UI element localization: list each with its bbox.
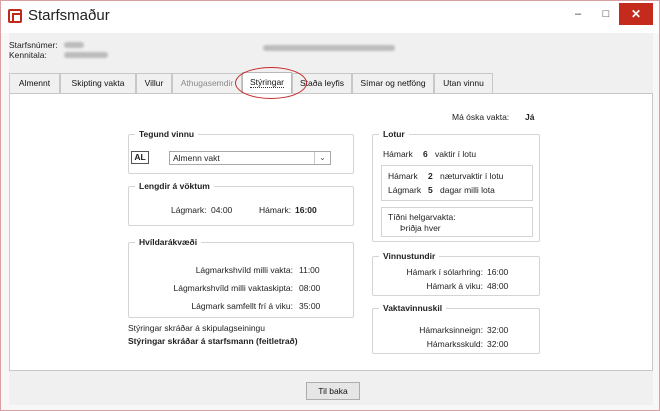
back-button[interactable]: Til baka [306,382,360,400]
rounds-group: Lotur Hámark 6 vaktir í lotu Hámark 2 næ… [372,129,540,242]
shift-wish-value: Já [525,112,535,122]
ssn-redacted [64,52,108,58]
rest-min-weekly-off-value: 35:00 [299,301,321,311]
rounds-title: Lotur [379,129,409,139]
weekend-label: Tíðni helgarvakta: [388,212,456,222]
night-rounds-box: Hámark 2 næturvaktir í lotu Lágmark 5 da… [381,165,533,201]
shift-duty-title: Vaktavinnuskil [379,303,447,313]
rest-min-weekly-off-label: Lágmark samfellt frí á viku: [191,301,293,311]
highlight-circle [235,67,307,99]
night-max-suffix: næturvaktir í lotu [440,171,504,181]
work-hours-per-day-value: 16:00 [487,267,509,277]
tab-simar-og-netfong[interactable]: Símar og netföng [352,73,434,93]
weekend-box: Tíðni helgarvakta: Þriðja hver [381,207,533,237]
shift-length-title: Lengdir á vöktum [135,181,214,191]
work-hours-per-week-value: 48:00 [487,281,509,291]
min-days-value: 5 [428,185,433,195]
ssn-label: Kennitala: [9,50,47,60]
tab-strip: Almennt Skipting vakta Villur Athugasemd… [9,72,653,94]
shift-length-min-value: 04:00 [211,205,233,215]
app-logo-icon [8,9,22,23]
tab-villur[interactable]: Villur [136,73,172,93]
chevron-down-icon[interactable]: ⌄ [314,152,330,164]
min-days-label: Lágmark [388,185,422,195]
rest-min-between-shifts-value: 11:00 [299,265,320,275]
shift-length-min-label: Lágmark: [171,205,207,215]
shift-duty-debt-value: 32:00 [487,339,509,349]
employee-window: Starfsmaður – □ ✕ Starfsnúmer: Kennitala… [0,0,660,411]
rest-rights-group: Hvíldarákvæði Lágmarkshvíld milli vakta:… [128,237,354,318]
employee-number-label: Starfsnúmer: [9,40,58,50]
shift-length-max-value: 16:00 [295,205,317,215]
close-button[interactable]: ✕ [619,3,653,25]
work-hours-group: Vinnustundir Hámark í sólarhring: 16:00 … [372,251,540,296]
title-bar: Starfsmaður – □ ✕ [1,1,659,33]
work-type-title: Tegund vinnu [135,129,199,139]
rest-min-between-shifts-label: Lágmarkshvíld milli vakta: [195,265,293,275]
work-hours-per-week-label: Hámark á viku: [426,281,483,291]
night-max-label: Hámark [388,171,418,181]
minimize-button[interactable]: – [567,3,589,25]
tab-utan-vinnu[interactable]: Utan vinnu [434,73,493,93]
work-hours-per-day-label: Hámark í sólarhring: [406,267,483,277]
night-max-value: 2 [428,171,433,181]
window-title: Starfsmaður [28,7,110,24]
work-type-select[interactable]: Almenn vakt ⌄ [169,151,331,165]
styringar-panel: Má óska vakta: Já Tegund vinnu AL Almenn… [9,93,653,371]
employee-name-redacted [263,45,395,51]
rounds-max-suffix: vaktir í lotu [435,149,477,159]
shift-length-max-label: Hámark: [259,205,292,215]
tab-athugasemdir[interactable]: Athugasemdir [172,73,242,93]
shift-length-group: Lengdir á vöktum Lágmark: 04:00 Hámark: … [128,181,354,226]
maximize-button[interactable]: □ [595,3,617,25]
weekend-value: Þriðja hver [400,223,441,233]
shift-duty-credit-value: 32:00 [487,325,509,335]
tab-skipting-vakta[interactable]: Skipting vakta [60,73,136,93]
rest-min-shift-change-value: 08:00 [299,283,321,293]
shift-duty-debt-label: Hámarksskuld: [426,339,483,349]
rest-min-shift-change-label: Lágmarkshvíld milli vaktaskipta: [173,283,293,293]
work-hours-title: Vinnustundir [379,251,440,261]
work-type-badge: AL [131,151,149,164]
employee-controls-note: Stýringar skráðar á starfsmann (feitletr… [128,336,298,346]
unit-controls-note: Stýringar skráðar á skipulagseiningu [128,323,266,333]
shift-duty-group: Vaktavinnuskil Hámarksinneign: 32:00 Hám… [372,303,540,354]
shift-wish-label: Má óska vakta: [452,112,510,122]
tab-almennt[interactable]: Almennt [9,73,60,93]
work-type-group: Tegund vinnu AL Almenn vakt ⌄ [128,129,354,174]
rest-rights-title: Hvíldarákvæði [135,237,202,247]
rounds-max-value: 6 [423,149,428,159]
employee-number-redacted [64,42,84,48]
shift-duty-credit-label: Hámarksinneign: [419,325,483,335]
work-type-selected: Almenn vakt [173,153,220,163]
min-days-suffix: dagar milli lota [440,185,495,195]
rounds-max-label: Hámark [383,149,413,159]
